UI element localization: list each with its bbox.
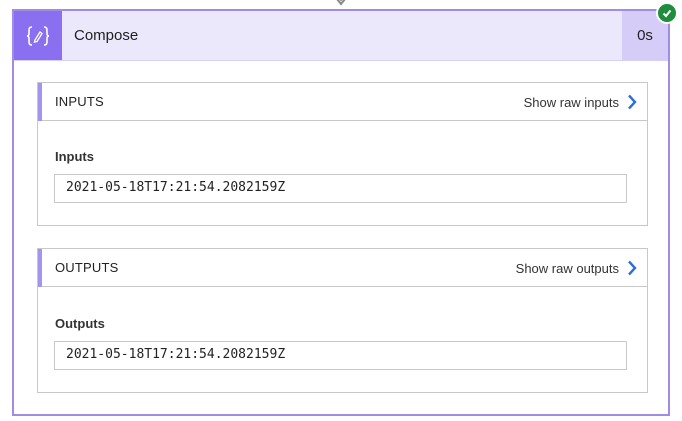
- outputs-section: OUTPUTS Show raw outputs Outputs 2021-05…: [37, 248, 648, 393]
- show-raw-inputs-label: Show raw inputs: [523, 94, 619, 110]
- outputs-section-title: OUTPUTS: [55, 260, 119, 275]
- chevron-right-icon: [628, 260, 637, 276]
- connector-arrow-icon: [336, 0, 346, 6]
- success-check-icon: [656, 2, 678, 24]
- chevron-right-icon: [628, 94, 637, 110]
- section-accent-bar: [38, 249, 42, 287]
- outputs-field-label: Outputs: [55, 316, 105, 331]
- inputs-value-box[interactable]: 2021-05-18T17:21:54.2082159Z: [54, 174, 627, 203]
- show-raw-outputs-label: Show raw outputs: [515, 260, 619, 276]
- outputs-section-header: OUTPUTS Show raw outputs: [38, 249, 647, 287]
- inputs-section-header: INPUTS Show raw inputs: [38, 83, 647, 121]
- inputs-section: INPUTS Show raw inputs Inputs 2021-05-18…: [37, 82, 648, 226]
- compose-action-card: Compose 0s INPUTS Show raw inputs Inputs…: [12, 2, 678, 416]
- outputs-value-box[interactable]: 2021-05-18T17:21:54.2082159Z: [54, 341, 627, 370]
- action-title: Compose: [74, 27, 139, 44]
- inputs-section-title: INPUTS: [55, 94, 104, 109]
- compose-curly-braces-icon: [14, 11, 62, 60]
- section-accent-bar: [38, 83, 42, 121]
- inputs-field-label: Inputs: [55, 149, 94, 164]
- show-raw-inputs-link[interactable]: Show raw inputs: [524, 83, 637, 121]
- action-header[interactable]: Compose 0s: [14, 11, 668, 61]
- show-raw-outputs-link[interactable]: Show raw outputs: [516, 249, 637, 287]
